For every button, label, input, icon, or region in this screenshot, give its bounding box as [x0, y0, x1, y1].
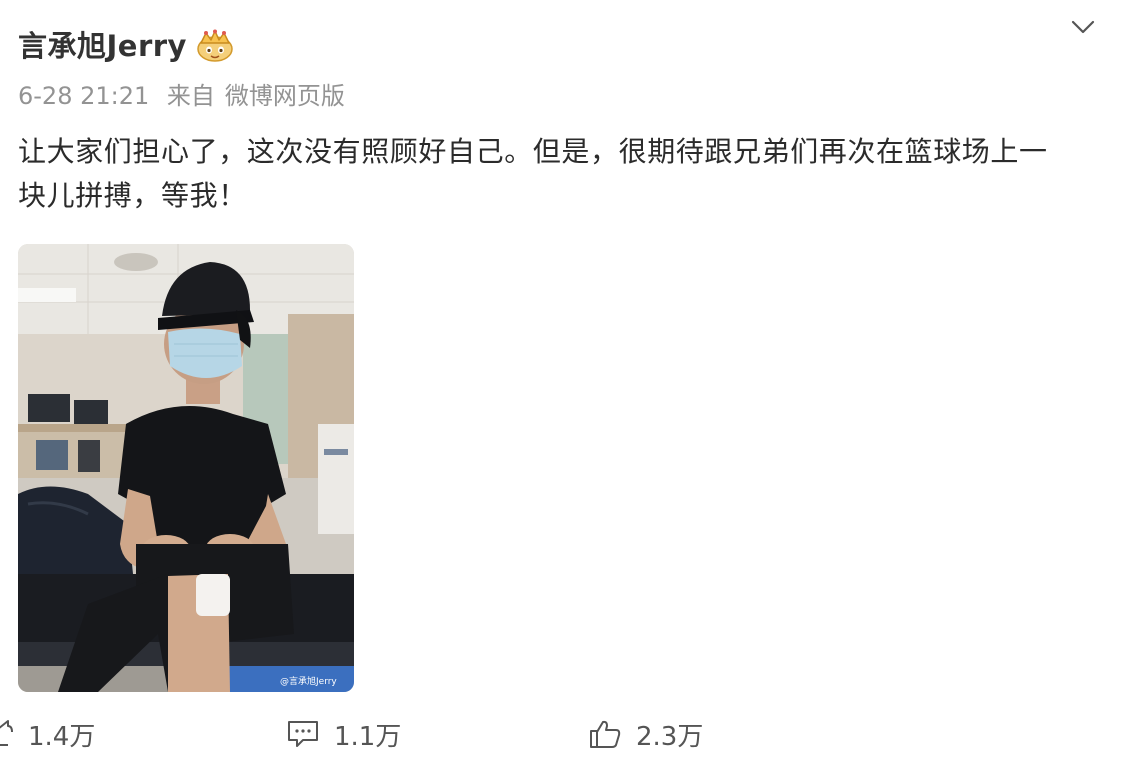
- repost-count: 1.4万: [28, 721, 96, 752]
- post-text-line: 让大家们担心了，这次没有照顾好自己。但是，很期待跟兄弟们再次在篮球场上一: [18, 135, 1048, 168]
- comment-icon: [286, 719, 320, 749]
- author-name[interactable]: 言承旭Jerry: [18, 26, 187, 66]
- post-body-text: 让大家们担心了，这次没有照顾好自己。但是，很期待跟兄弟们再次在篮球场上一 块儿拼…: [18, 130, 1108, 218]
- photo-watermark: @言承旭Jerry: [280, 675, 337, 687]
- chevron-down-icon[interactable]: [1070, 14, 1096, 40]
- post-author[interactable]: 言承旭Jerry: [18, 26, 235, 66]
- weibo-post-card: 言承旭Jerry 6-28 21:21 来自 微博网页版 让大家们担心了，这次没…: [0, 0, 1122, 762]
- comment-button[interactable]: 1.1万: [286, 710, 401, 758]
- post-actions-bar: 1.4万 1.1万 2.3万: [0, 710, 1122, 758]
- post-meta: 6-28 21:21 来自 微博网页版: [18, 80, 345, 112]
- post-source: 微博网页版: [224, 82, 345, 110]
- gold-crown-badge-icon: [195, 29, 235, 63]
- post-text-line: 块儿拼搏，等我！: [18, 179, 247, 212]
- post-photo[interactable]: @言承旭Jerry: [18, 244, 354, 692]
- post-timestamp[interactable]: 6-28 21:21: [18, 82, 149, 110]
- like-count: 2.3万: [636, 721, 704, 752]
- comment-count: 1.1万: [334, 721, 402, 752]
- repost-button[interactable]: 1.4万: [0, 710, 95, 758]
- repost-icon: [0, 719, 14, 749]
- thumbs-up-icon: [588, 718, 622, 750]
- like-button[interactable]: 2.3万: [588, 710, 703, 758]
- source-prefix: 来自: [166, 82, 215, 110]
